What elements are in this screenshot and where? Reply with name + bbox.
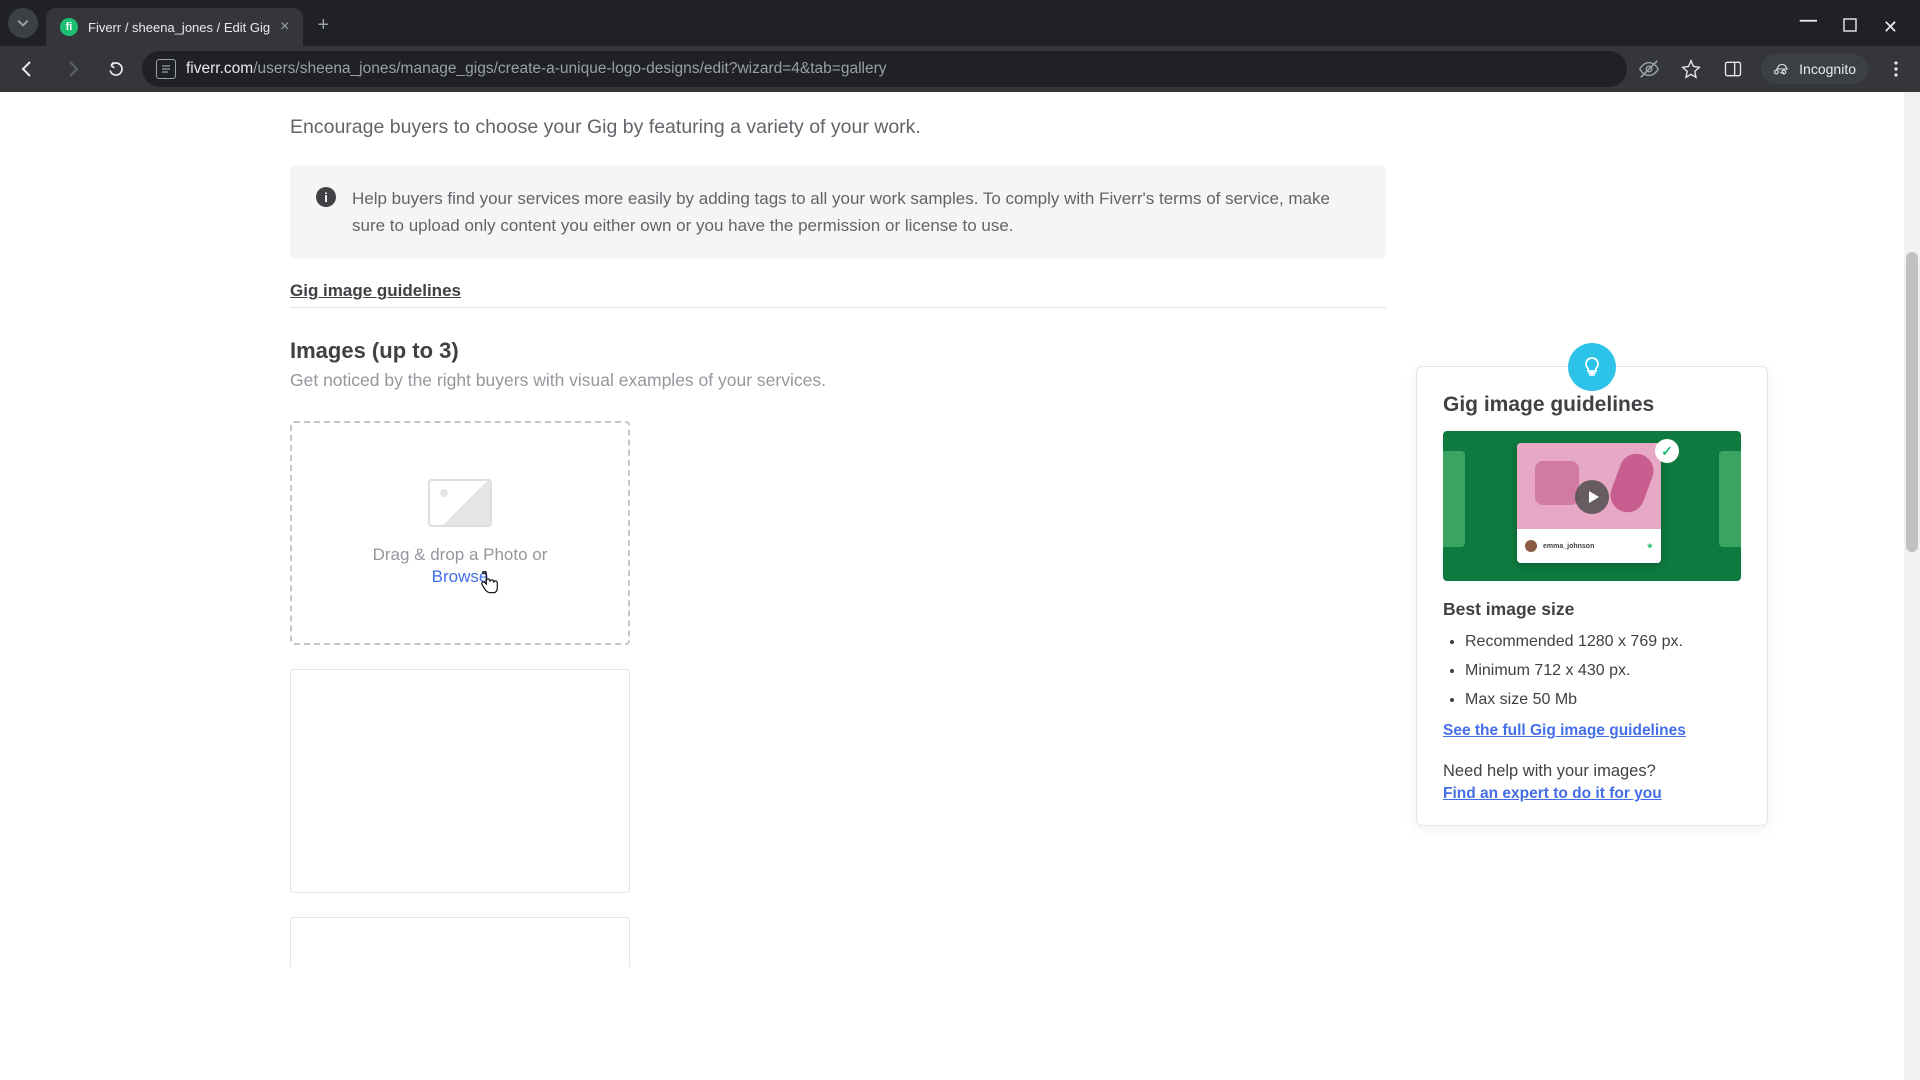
browser-toolbar: fiverr.com/users/sheena_jones/manage_gig… xyxy=(0,46,1920,92)
section-divider xyxy=(290,307,1386,308)
info-text: Help buyers find your services more easi… xyxy=(352,185,1360,239)
new-tab-button[interactable]: + xyxy=(303,8,343,43)
close-window-button[interactable]: ✕ xyxy=(1883,17,1898,38)
incognito-label: Incognito xyxy=(1799,61,1856,77)
full-guidelines-link[interactable]: See the full Gig image guidelines xyxy=(1443,722,1686,739)
browser-titlebar: fi Fiverr / sheena_jones / Edit Gig × + … xyxy=(0,0,1920,46)
arrow-left-icon xyxy=(18,59,38,79)
image-placeholder-icon xyxy=(428,479,492,527)
guidelines-tip-panel: Gig image guidelines emma_johnson ★ ✓ Be… xyxy=(1416,366,1768,826)
image-slot-2[interactable] xyxy=(290,669,630,893)
chevron-down-icon xyxy=(17,17,29,29)
tip-bullet: Max size 50 Mb xyxy=(1465,686,1741,715)
images-heading: Images (up to 3) xyxy=(290,338,1390,364)
reload-icon xyxy=(106,59,126,79)
tab-close-button[interactable]: × xyxy=(280,18,289,36)
url-text: fiverr.com/users/sheena_jones/manage_gig… xyxy=(186,60,887,78)
tab-title: Fiverr / sheena_jones / Edit Gig xyxy=(88,20,270,35)
maximize-button[interactable] xyxy=(1843,18,1857,36)
play-icon[interactable] xyxy=(1575,480,1609,514)
arrow-right-icon xyxy=(62,59,82,79)
incognito-badge[interactable]: Incognito xyxy=(1761,54,1868,84)
gig-image-guidelines-link[interactable]: Gig image guidelines xyxy=(290,281,461,301)
preview-seller-name: emma_johnson xyxy=(1543,543,1594,550)
browser-tab[interactable]: fi Fiverr / sheena_jones / Edit Gig × xyxy=(46,8,303,46)
upload-instruction: Drag & drop a Photo or xyxy=(373,545,548,565)
address-bar[interactable]: fiverr.com/users/sheena_jones/manage_gig… xyxy=(142,51,1627,87)
tip-bullet: Recommended 1280 x 769 px. xyxy=(1465,628,1741,657)
site-settings-icon[interactable] xyxy=(156,59,176,79)
page-lead-text: Encourage buyers to choose your Gig by f… xyxy=(290,116,1390,139)
scrollbar-track[interactable] xyxy=(1904,92,1920,1080)
cursor-pointer-icon xyxy=(478,571,500,597)
scrollbar-thumb[interactable] xyxy=(1906,252,1918,552)
reload-button[interactable] xyxy=(98,51,134,87)
browser-menu-button[interactable] xyxy=(1882,55,1910,83)
image-upload-dropzone[interactable]: Drag & drop a Photo or Browse xyxy=(290,421,630,645)
tip-video-preview[interactable]: emma_johnson ★ ✓ xyxy=(1443,431,1741,581)
tip-size-list: Recommended 1280 x 769 px. Minimum 712 x… xyxy=(1443,628,1741,714)
tip-need-help: Need help with your images? xyxy=(1443,762,1741,781)
toolbar-right: Incognito xyxy=(1635,54,1910,84)
window-controls: ─ ✕ xyxy=(1800,12,1920,42)
back-button[interactable] xyxy=(10,51,46,87)
tracking-off-icon[interactable] xyxy=(1635,55,1663,83)
images-subheading: Get noticed by the right buyers with vis… xyxy=(290,370,1390,391)
find-expert-link[interactable]: Find an expert to do it for you xyxy=(1443,785,1662,802)
minimize-button[interactable]: ─ xyxy=(1800,7,1817,35)
tip-title: Gig image guidelines xyxy=(1443,393,1741,417)
image-slot-3[interactable] xyxy=(290,917,630,967)
tip-bulb-icon xyxy=(1568,343,1616,391)
main-content: Encourage buyers to choose your Gig by f… xyxy=(0,92,1390,967)
side-panel-button[interactable] xyxy=(1719,55,1747,83)
info-icon: i xyxy=(316,187,336,207)
bookmark-button[interactable] xyxy=(1677,55,1705,83)
tip-size-heading: Best image size xyxy=(1443,599,1741,620)
incognito-icon xyxy=(1773,60,1791,78)
tab-search-button[interactable] xyxy=(8,8,38,38)
tip-bullet: Minimum 712 x 430 px. xyxy=(1465,657,1741,686)
check-icon: ✓ xyxy=(1655,439,1679,463)
page-viewport: Encourage buyers to choose your Gig by f… xyxy=(0,92,1920,1080)
favicon-icon: fi xyxy=(60,18,78,36)
forward-button[interactable] xyxy=(54,51,90,87)
info-banner: i Help buyers find your services more ea… xyxy=(290,165,1386,259)
